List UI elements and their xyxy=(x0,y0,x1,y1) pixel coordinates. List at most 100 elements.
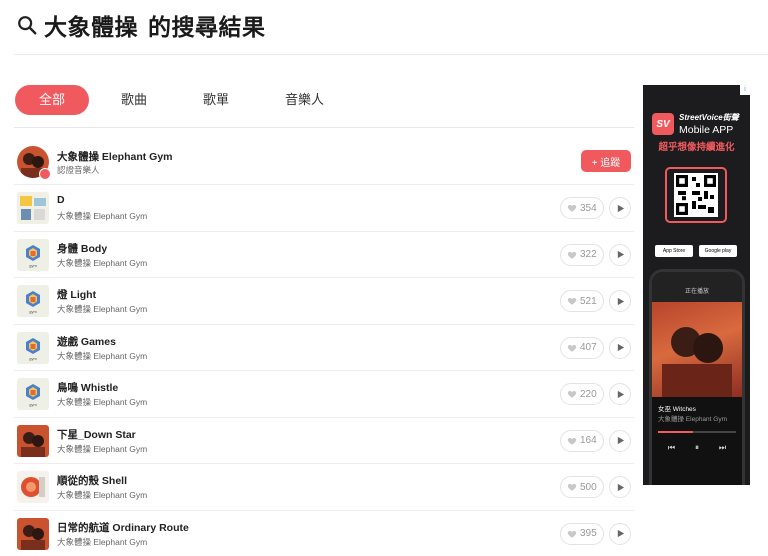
search-icon xyxy=(18,16,37,35)
qr-code-icon xyxy=(674,173,718,217)
song-row[interactable]: gym 鳥鳴 Whistle 大象體操 Elephant Gym 220 xyxy=(14,371,634,418)
phone-album-cover xyxy=(652,302,742,397)
song-artist[interactable]: 大象體操 Elephant Gym xyxy=(57,303,147,315)
song-cover[interactable] xyxy=(17,424,49,457)
search-keyword: 大象體操 xyxy=(44,14,138,40)
song-title[interactable]: 鳥鳴 Whistle xyxy=(57,380,118,395)
heart-icon xyxy=(567,297,577,305)
phone-progress-bar xyxy=(658,431,736,433)
heart-icon xyxy=(567,390,577,398)
like-count: 322 xyxy=(580,249,597,260)
like-count: 500 xyxy=(580,481,597,493)
like-button[interactable]: 322 xyxy=(560,243,604,266)
tabs-divider xyxy=(14,127,634,128)
like-count: 395 xyxy=(580,528,597,539)
header-divider xyxy=(14,54,768,55)
artist-avatar[interactable] xyxy=(17,146,51,180)
ad-brand-subtitle: Mobile APP xyxy=(679,124,734,136)
song-artist[interactable]: 大象體操 Elephant Gym xyxy=(57,257,147,269)
like-count: 407 xyxy=(580,342,597,353)
song-row[interactable]: gym 遊戲 Games 大象體操 Elephant Gym 407 xyxy=(14,325,634,371)
song-cover[interactable] xyxy=(17,517,49,550)
song-artist[interactable]: 大象體操 Elephant Gym xyxy=(57,210,147,222)
song-row[interactable]: 日常的航道 Ordinary Route 大象體操 Elephant Gym 395 xyxy=(14,511,634,556)
song-row[interactable]: 下星_Down Star 大象體操 Elephant Gym 164 xyxy=(14,418,634,464)
previous-icon: ⏮ xyxy=(667,443,676,452)
follow-button[interactable]: + 追蹤 xyxy=(581,150,631,172)
song-row[interactable]: gym 燈 Light 大象體操 Elephant Gym 521 xyxy=(14,278,634,325)
song-artist[interactable]: 大象體操 Elephant Gym xyxy=(57,489,147,501)
play-icon xyxy=(617,436,625,445)
like-button[interactable]: 220 xyxy=(560,383,604,405)
heart-icon xyxy=(567,251,577,259)
play-button[interactable] xyxy=(609,290,631,312)
tab-playlists[interactable]: 歌單 xyxy=(185,85,247,115)
result-tabs: 全部 歌曲 歌單 音樂人 xyxy=(15,85,362,115)
song-row[interactable]: D 大象體操 Elephant Gym 354 xyxy=(14,185,634,232)
play-button[interactable] xyxy=(609,243,631,266)
like-button[interactable]: 407 xyxy=(560,336,604,359)
play-icon xyxy=(617,483,625,491)
song-row[interactable]: 順從的殼 Shell 大象體操 Elephant Gym 500 xyxy=(14,464,634,511)
like-count: 354 xyxy=(580,202,597,214)
phone-track-artist: 大象體操 Elephant Gym xyxy=(658,416,727,423)
heart-icon xyxy=(567,483,577,491)
artist-result[interactable]: 大象體操 Elephant Gym 認證音樂人 + 追蹤 xyxy=(14,139,634,185)
song-cover[interactable] xyxy=(17,192,49,224)
play-icon xyxy=(617,343,625,352)
ad-choices-icon[interactable]: i xyxy=(740,85,750,95)
song-cover[interactable]: gym xyxy=(17,378,49,410)
page-title: 大象體操 的搜尋結果 xyxy=(44,8,266,42)
like-button[interactable]: 395 xyxy=(560,522,604,545)
phone-track-title: 女巫 Witches xyxy=(658,406,696,413)
song-title[interactable]: 日常的航道 Ordinary Route xyxy=(57,520,189,535)
heart-icon xyxy=(567,530,577,538)
play-icon xyxy=(617,529,625,538)
ad-slogan: 超乎想像持續進化 xyxy=(658,142,735,153)
next-icon: ⏭ xyxy=(718,443,727,452)
store-badges: App Store Google play xyxy=(655,245,737,257)
artist-name[interactable]: 大象體操 Elephant Gym xyxy=(57,149,173,164)
heart-icon xyxy=(567,344,577,352)
like-button[interactable]: 164 xyxy=(560,429,604,452)
song-title[interactable]: 順從的殼 Shell xyxy=(57,473,127,488)
song-artist[interactable]: 大象體操 Elephant Gym xyxy=(57,443,147,455)
phone-screen-header: 正在播放 xyxy=(652,272,742,302)
song-artist[interactable]: 大象體操 Elephant Gym xyxy=(57,536,147,548)
song-cover[interactable]: gym xyxy=(17,331,49,364)
tab-songs[interactable]: 歌曲 xyxy=(103,85,165,115)
like-button[interactable]: 354 xyxy=(560,197,604,219)
play-icon xyxy=(617,250,625,259)
song-artist[interactable]: 大象體操 Elephant Gym xyxy=(57,350,147,362)
song-cover[interactable] xyxy=(17,471,49,503)
play-icon xyxy=(617,297,625,305)
song-cover[interactable]: gym xyxy=(17,238,49,271)
play-button[interactable] xyxy=(609,336,631,359)
song-title[interactable]: 身體 Body xyxy=(57,241,107,256)
song-row[interactable]: gym 身體 Body 大象體操 Elephant Gym 322 xyxy=(14,232,634,278)
play-button[interactable] xyxy=(609,197,631,219)
song-title[interactable]: D xyxy=(57,194,65,206)
song-title[interactable]: 遊戲 Games xyxy=(57,334,116,349)
play-button[interactable] xyxy=(609,383,631,405)
song-cover[interactable]: gym xyxy=(17,285,49,317)
tab-all[interactable]: 全部 xyxy=(15,85,89,115)
artist-subtitle: 認證音樂人 xyxy=(57,165,100,175)
play-button[interactable] xyxy=(609,476,631,498)
google-play-badge[interactable]: Google play xyxy=(699,245,737,257)
search-title-suffix: 的搜尋結果 xyxy=(148,14,266,40)
svg-text:gym: gym xyxy=(29,309,37,314)
like-button[interactable]: 521 xyxy=(560,290,604,312)
play-button[interactable] xyxy=(609,429,631,452)
pause-icon: ⏸ xyxy=(694,443,699,452)
song-title[interactable]: 下星_Down Star xyxy=(57,427,136,442)
heart-icon xyxy=(567,204,577,212)
like-button[interactable]: 500 xyxy=(560,476,604,498)
song-artist[interactable]: 大象體操 Elephant Gym xyxy=(57,396,147,408)
song-title[interactable]: 燈 Light xyxy=(57,287,96,302)
advertisement[interactable]: i SV StreetVoice街聲 Mobile APP 超乎想像持續進化 A… xyxy=(643,85,750,485)
tab-musicians[interactable]: 音樂人 xyxy=(267,85,342,115)
play-button[interactable] xyxy=(609,522,631,545)
verified-badge-icon xyxy=(39,168,51,180)
app-store-badge[interactable]: App Store xyxy=(655,245,693,257)
